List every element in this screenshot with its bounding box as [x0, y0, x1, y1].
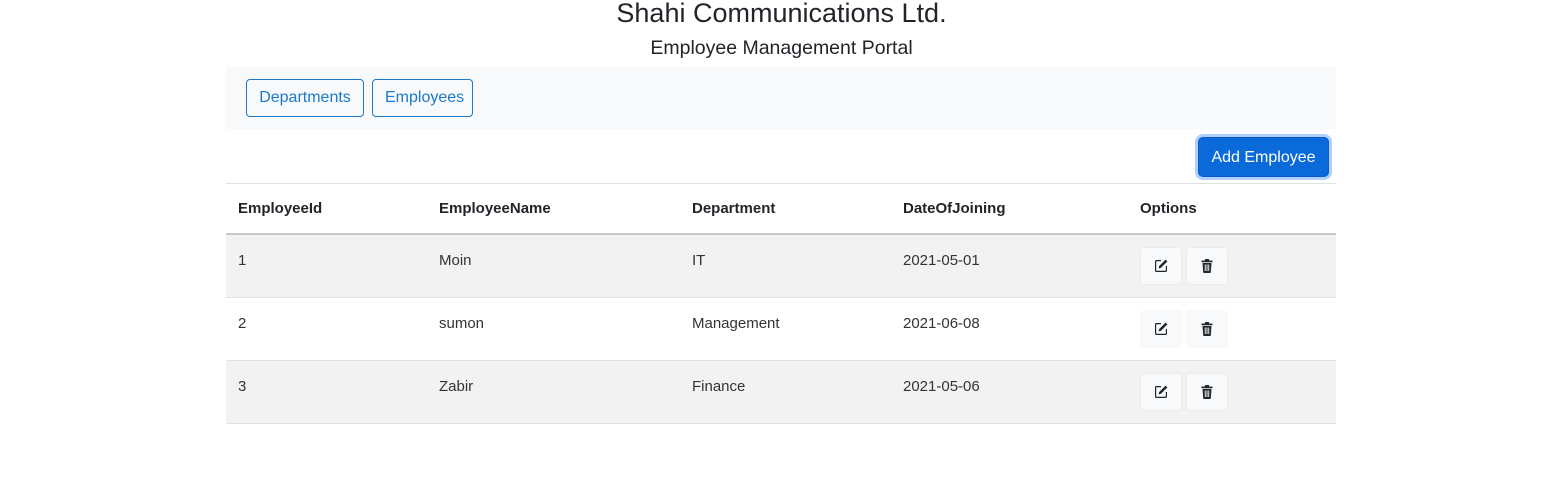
cell-options: [1128, 297, 1336, 361]
date-of-joining-text: 2021-05-06: [903, 378, 980, 395]
company-title: Shahi Communications Ltd.: [616, 0, 947, 28]
table-row: 1 Moin IT 2021-05-01: [226, 234, 1336, 298]
table-row: 3 Zabir Finance 2021-05-06: [226, 360, 1336, 424]
cell-date-of-joining: 2021-05-06: [891, 360, 1128, 424]
cell-department: IT: [680, 234, 891, 298]
header-date-of-joining: DateOfJoining: [891, 183, 1128, 235]
table-header-row: EmployeeId EmployeeName Department DateO…: [226, 183, 1336, 235]
navbar: Departments Employees: [226, 67, 1336, 129]
row-options: [1140, 235, 1336, 285]
cell-employee-id: 3: [226, 360, 427, 424]
departments-button[interactable]: Departments: [246, 79, 364, 117]
header-employee-id: EmployeeId: [226, 183, 427, 235]
cell-options: [1128, 234, 1336, 298]
portal-subtitle: Employee Management Portal: [650, 37, 913, 59]
date-of-joining-text: 2021-05-01: [903, 252, 980, 269]
trash-icon: [1201, 385, 1213, 400]
edit-icon: [1155, 385, 1168, 398]
page: Shahi Communications Ltd. Employee Manag…: [0, 0, 1556, 484]
employee-id-text: 3: [238, 378, 247, 395]
edit-button[interactable]: [1140, 373, 1182, 411]
header-department: Department: [680, 183, 891, 235]
cell-employee-name: Moin: [427, 234, 680, 298]
delete-button[interactable]: [1186, 247, 1228, 285]
employee-table: EmployeeId EmployeeName Department DateO…: [226, 183, 1336, 424]
cell-date-of-joining: 2021-05-01: [891, 234, 1128, 298]
department-text: Management: [692, 315, 780, 332]
date-of-joining-text: 2021-06-08: [903, 315, 980, 332]
employee-id-text: 2: [238, 315, 247, 332]
add-employee-button[interactable]: Add Employee: [1198, 137, 1329, 177]
edit-button[interactable]: [1140, 247, 1182, 285]
trash-icon: [1201, 259, 1213, 274]
cell-options: [1128, 360, 1336, 424]
edit-icon: [1155, 259, 1168, 272]
header-employee-name: EmployeeName: [427, 183, 680, 235]
edit-icon: [1155, 322, 1168, 335]
employee-id-text: 1: [238, 252, 247, 269]
header-options: Options: [1128, 183, 1336, 235]
row-options: [1140, 298, 1336, 348]
cell-department: Finance: [680, 360, 891, 424]
delete-button[interactable]: [1186, 310, 1228, 348]
cell-employee-name: Zabir: [427, 360, 680, 424]
cell-employee-name: sumon: [427, 297, 680, 361]
delete-button[interactable]: [1186, 373, 1228, 411]
cell-employee-id: 2: [226, 297, 427, 361]
cell-employee-id: 1: [226, 234, 427, 298]
department-text: IT: [692, 252, 706, 269]
employees-button[interactable]: Employees: [372, 79, 473, 117]
employee-name-text: Moin: [439, 252, 472, 269]
edit-button[interactable]: [1140, 310, 1182, 348]
employee-name-text: Zabir: [439, 378, 474, 395]
table-row: 2 sumon Management 2021-06-08: [226, 297, 1336, 361]
main-container: Departments Employees: [226, 67, 1336, 129]
trash-icon: [1201, 322, 1213, 337]
row-options: [1140, 361, 1336, 411]
cell-date-of-joining: 2021-06-08: [891, 297, 1128, 361]
employee-name-text: sumon: [439, 315, 485, 332]
department-text: Finance: [692, 378, 746, 395]
cell-department: Management: [680, 297, 891, 361]
